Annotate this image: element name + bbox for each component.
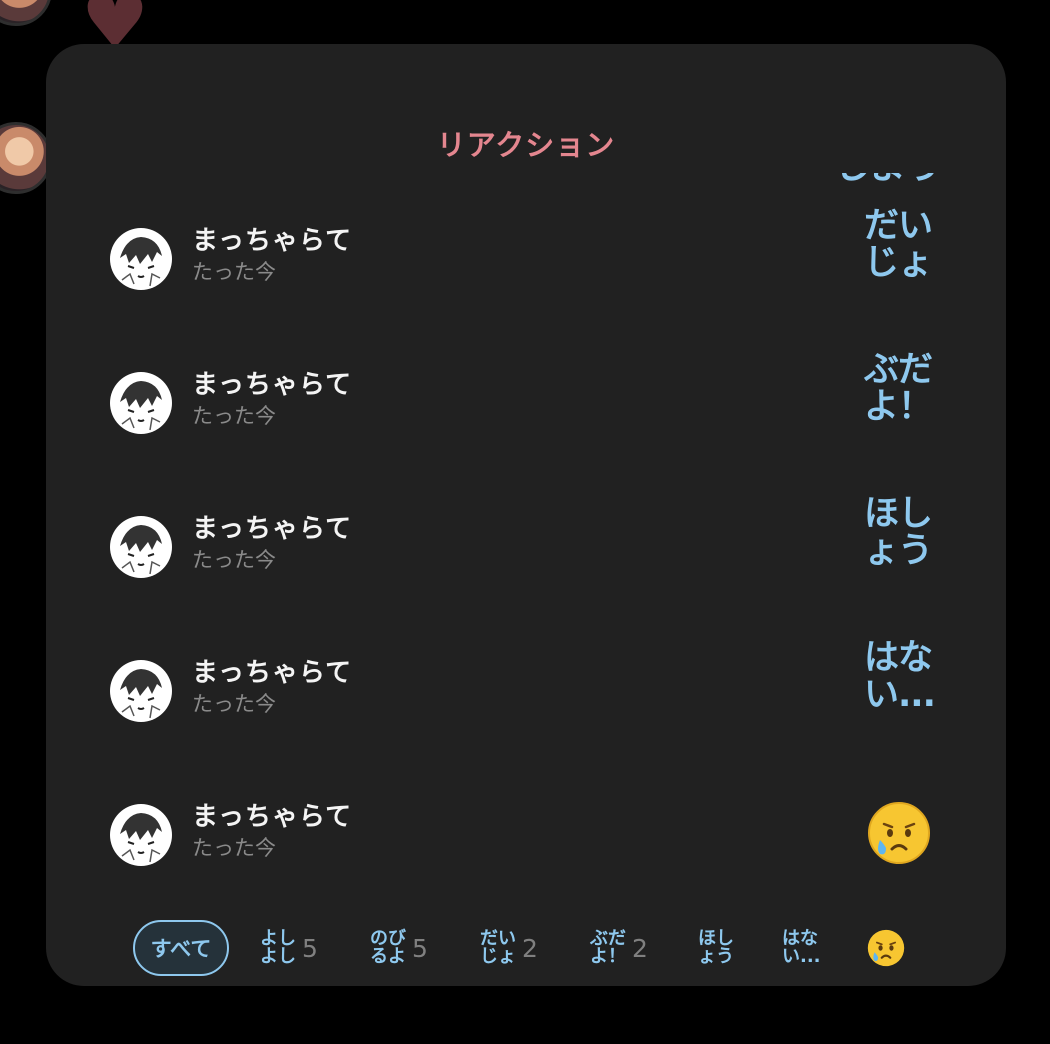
background-avatar: [0, 122, 52, 194]
reaction-time: たった今: [192, 548, 276, 572]
reaction-row[interactable]: まっちゃらて たった今 だい じょ: [46, 208, 1006, 328]
reaction-time: たった今: [192, 692, 276, 716]
reaction-label: ぶだ よ！: [864, 350, 933, 427]
tab-reaction-count: 5: [412, 933, 428, 963]
reaction-filter-tabs: すべて よし よし 5 のび るよ 5 だい じょ 2 ぶだ よ！ 2 ほし ょう はない…: [46, 920, 1006, 980]
tab-reaction-count: 2: [522, 933, 538, 963]
tab-reaction-count: 5: [302, 933, 318, 963]
tab-reaction-label: ほし ょう: [698, 928, 734, 967]
user-name: まっちゃらて: [192, 514, 353, 544]
tab-reaction-crying-face[interactable]: [866, 920, 906, 976]
crying-face-icon: [867, 929, 905, 967]
background-avatar-top: [0, 0, 52, 26]
tab-reaction-yoshiyoshi[interactable]: よし よし 5: [260, 920, 318, 976]
reaction-label: はな い...: [864, 638, 936, 715]
reaction-time: たった今: [192, 260, 276, 284]
avatar[interactable]: [110, 372, 172, 434]
avatar[interactable]: [110, 660, 172, 722]
reaction-label: ほし ょう: [864, 494, 933, 571]
user-name: まっちゃらて: [192, 370, 353, 400]
reaction-time: たった今: [192, 404, 276, 428]
crying-face-icon: [866, 800, 932, 866]
reaction-row[interactable]: まっちゃらて たった今: [46, 802, 1006, 904]
avatar[interactable]: [110, 516, 172, 578]
tab-reaction-label: はな い...: [782, 928, 821, 967]
user-name: まっちゃらて: [192, 658, 353, 688]
reaction-row[interactable]: まっちゃらて たった今 ほし ょう: [46, 496, 1006, 616]
tab-reaction-label: のび るよ: [370, 928, 406, 967]
reaction-time: たった今: [192, 836, 276, 860]
tab-reaction-budayo[interactable]: ぶだ よ！ 2: [590, 920, 648, 976]
user-name: まっちゃらて: [192, 226, 353, 256]
tab-reaction-nobiruyo[interactable]: のび るよ 5: [370, 920, 428, 976]
user-name: まっちゃらて: [192, 802, 353, 832]
tab-reaction-label: だい じょ: [480, 928, 516, 967]
tab-reaction-count: 2: [632, 933, 648, 963]
reaction-row[interactable]: まっちゃらて たった今 はな い...: [46, 640, 1006, 760]
partial-reaction-text: しよう: [834, 173, 942, 193]
tab-reaction-label: ぶだ よ！: [590, 928, 626, 967]
tab-all[interactable]: すべて: [133, 920, 229, 976]
reaction-sheet: リアクション しよう まっちゃらて たった今 だいじょ: [46, 44, 1006, 986]
reaction-list[interactable]: しよう まっちゃらて たった今 だいじょ: [46, 44, 1006, 986]
tab-reaction-hoshou[interactable]: ほし ょう: [698, 920, 734, 976]
avatar[interactable]: [110, 228, 172, 290]
reaction-row[interactable]: まっちゃらて たった今 ぶだ よ！: [46, 352, 1006, 472]
tab-reaction-label: よし よし: [260, 928, 296, 967]
tab-reaction-daijoubu[interactable]: だい じょ 2: [480, 920, 538, 976]
avatar[interactable]: [110, 804, 172, 866]
tab-reaction-hanai[interactable]: はな い...: [782, 920, 821, 976]
reaction-label: だい じょ: [864, 206, 933, 283]
